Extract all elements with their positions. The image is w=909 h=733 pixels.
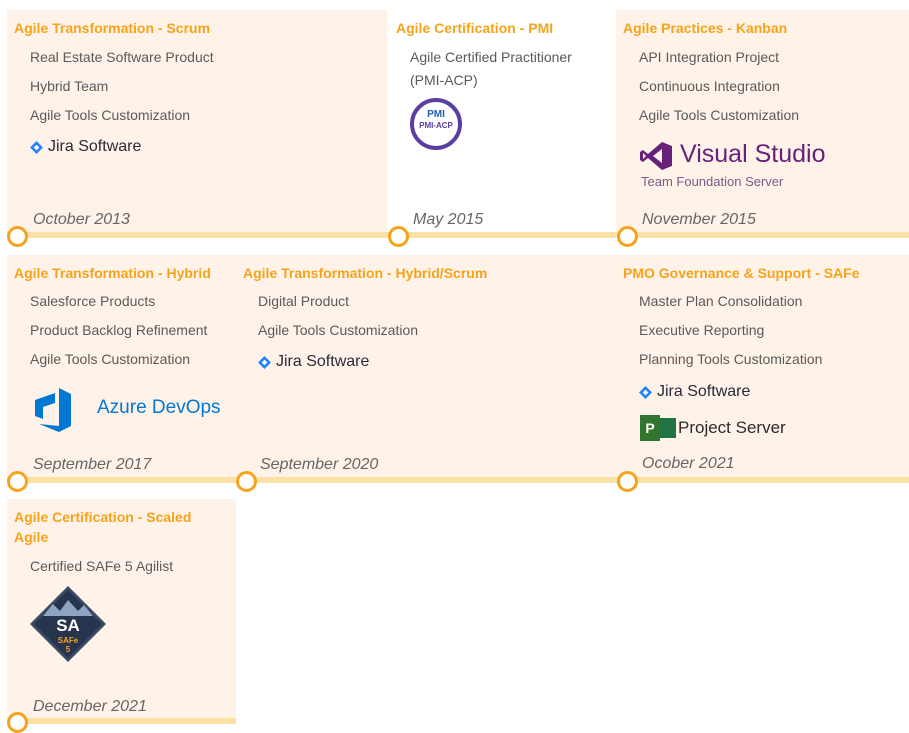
safe-brand-text: SAFe: [57, 636, 79, 645]
visual-studio-icon: [640, 142, 672, 170]
card-item: Salesforce Products: [30, 293, 156, 309]
jira-software-logo: Jira Software: [639, 383, 750, 401]
card-title: PMO Governance & Support - SAFe: [623, 265, 860, 281]
project-icon-arrows: [660, 418, 676, 438]
safe-agilist-badge: SA SAFe 5: [28, 584, 108, 664]
card-date: Ocober 2021: [642, 455, 735, 472]
card-title: Agile Certification - Scaled Agile: [14, 509, 192, 545]
card-title: Agile Transformation - Hybrid: [14, 265, 211, 281]
project-server-label: Project Server: [678, 418, 786, 437]
pmi-logo-text: PMI: [427, 109, 445, 120]
card-item: Planning Tools Customization: [639, 351, 823, 367]
card-pmo-safe: PMO Governance & Support - SAFe Master P…: [616, 255, 909, 477]
card-item: (PMI-ACP): [410, 72, 478, 88]
card-scaled-agile: Agile Certification - Scaled Agile Certi…: [7, 499, 236, 718]
safe-sa-text: SA: [56, 616, 80, 635]
jira-label: Jira Software: [48, 138, 142, 155]
card-title: Agile Transformation - Hybrid/Scrum: [243, 265, 488, 281]
card-pmi: Agile Certification - PMI Agile Certifie…: [387, 10, 616, 232]
card-item: Continuous Integration: [639, 78, 780, 94]
jira-software-logo: Jira Software: [30, 138, 141, 156]
timeline-node: [617, 471, 638, 492]
card-title: Agile Practices - Kanban: [623, 20, 788, 36]
timeline-node: [388, 226, 409, 247]
card-date: October 2013: [33, 211, 130, 228]
card-date: September 2017: [33, 456, 152, 473]
card-date: November 2015: [642, 211, 756, 228]
timeline-node: [7, 712, 28, 733]
jira-icon: [30, 140, 43, 154]
pmi-acp-badge: PMI PMI-ACP: [410, 98, 462, 150]
card-item: Agile Tools Customization: [258, 322, 419, 338]
card-item: Hybrid Team: [30, 78, 109, 94]
azure-devops-label: Azure DevOps: [97, 397, 221, 418]
timeline-bar: [7, 718, 236, 724]
card-item: Digital Product: [258, 293, 350, 309]
jira-icon: [639, 385, 652, 399]
project-icon: P: [640, 415, 660, 441]
timeline-node: [7, 226, 28, 247]
azure-devops-logo: Azure DevOps: [33, 388, 221, 437]
card-scrum: Agile Transformation - Scrum Real Estate…: [7, 10, 387, 232]
card-title: Agile Certification - PMI: [396, 20, 554, 36]
pmi-acp-text: PMI-ACP: [419, 121, 453, 130]
jira-label: Jira Software: [657, 383, 751, 400]
timeline-bar: [7, 477, 909, 483]
card-item: Real Estate Software Product: [30, 49, 214, 65]
timeline-node: [7, 471, 28, 492]
card-item: API Integration Project: [639, 49, 780, 65]
timeline-bar: [7, 232, 909, 238]
card-item: Agile Tools Customization: [639, 107, 800, 123]
tfs-subtitle: Team Foundation Server: [641, 174, 784, 189]
card-item: Agile Tools Customization: [30, 107, 191, 123]
card-hybrid-scrum: Agile Transformation - Hybrid/Scrum Digi…: [236, 255, 616, 477]
jira-icon: [258, 355, 271, 369]
card-hybrid: Agile Transformation - Hybrid Salesforce…: [7, 255, 236, 477]
card-kanban: Agile Practices - Kanban API Integration…: [616, 10, 909, 232]
timeline-node: [236, 471, 257, 492]
visual-studio-title: Visual Studio: [680, 140, 826, 168]
card-item: Master Plan Consolidation: [639, 293, 803, 309]
card-date: December 2021: [33, 698, 147, 715]
jira-label: Jira Software: [276, 353, 370, 370]
card-item: Certified SAFe 5 Agilist: [30, 558, 174, 574]
card-title: Agile Transformation - Scrum: [14, 20, 211, 36]
timeline-node: [617, 226, 638, 247]
card-item: Agile Certified Practitioner: [410, 49, 572, 65]
safe-version-text: 5: [65, 645, 71, 654]
azure-devops-icon: [35, 388, 71, 432]
jira-software-logo: Jira Software: [258, 353, 369, 371]
card-item: Product Backlog Refinement: [30, 322, 208, 338]
card-date: May 2015: [413, 211, 484, 228]
card-date: September 2020: [260, 456, 379, 473]
card-item: Agile Tools Customization: [30, 351, 191, 367]
card-item: Executive Reporting: [639, 322, 765, 338]
